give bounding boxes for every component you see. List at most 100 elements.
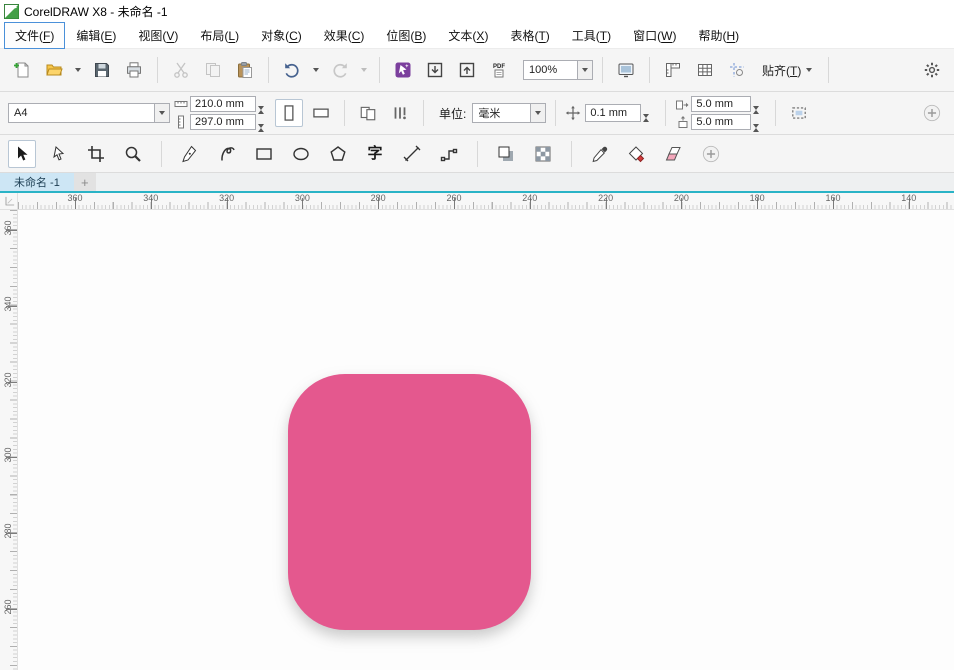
undo-button[interactable]	[278, 56, 306, 84]
interactive-fill-tool[interactable]	[623, 140, 651, 168]
separator	[828, 57, 830, 83]
zoom-tool-icon	[125, 146, 141, 162]
vertical-ruler[interactable]: 360 340 320 300 280 260	[0, 210, 18, 670]
menu-item-2[interactable]: 视图(V)	[127, 22, 189, 49]
nudge-offset-spinner[interactable]	[643, 104, 656, 132]
page-size-value[interactable]: A4	[8, 103, 154, 123]
menu-item-9[interactable]: 工具(T)	[561, 22, 622, 49]
color-eyedropper-tool[interactable]	[586, 140, 614, 168]
ruler-label: 340	[143, 193, 159, 203]
apply-to-current-page-button[interactable]	[386, 99, 414, 127]
ruler-label: 280	[3, 523, 13, 539]
ruler-origin-corner[interactable]	[0, 193, 18, 210]
zoom-tool[interactable]	[119, 140, 147, 168]
drawing-canvas[interactable]	[18, 210, 954, 670]
zoom-level-combo[interactable]: 100%	[523, 60, 593, 80]
paste-icon	[238, 62, 252, 78]
units-combo[interactable]: 毫米	[472, 103, 547, 123]
horizontal-ruler[interactable]: 360 340 320 300 280 260 240 220 200 180 160 140	[18, 193, 954, 209]
ellipse-tool-icon	[293, 147, 309, 160]
show-guidelines-button[interactable]	[723, 56, 751, 84]
parallel-dimension-tool-icon	[403, 145, 421, 161]
connector-tool[interactable]	[435, 140, 463, 168]
treat-as-filled-button[interactable]	[785, 99, 813, 127]
menu-item-6[interactable]: 位图(B)	[375, 22, 437, 49]
menu-item-7[interactable]: 文本(X)	[437, 22, 499, 49]
zoom-level-dropdown[interactable]	[577, 60, 593, 80]
portrait-button[interactable]	[275, 99, 303, 127]
page-height-field[interactable]: 297.0 mm	[190, 114, 256, 130]
units-dropdown[interactable]	[530, 103, 547, 123]
search-content-icon	[395, 62, 411, 78]
artistic-media-tool-icon	[221, 146, 235, 161]
cut-icon	[174, 62, 188, 78]
polygon-tool-icon	[330, 145, 346, 161]
duplicate-distance-x-field[interactable]: 5.0 mm	[691, 96, 752, 112]
eraser-tool[interactable]	[660, 140, 688, 168]
export-button[interactable]	[453, 56, 481, 84]
landscape-button[interactable]	[307, 99, 335, 127]
duplicate-distance-group: 5.0 mm 5.0 mm	[675, 96, 766, 142]
open-button[interactable]	[40, 56, 68, 84]
document-tab[interactable]: 未命名 -1	[0, 173, 74, 191]
menu-item-0[interactable]: 文件(F)	[4, 21, 66, 49]
save-button[interactable]	[88, 56, 116, 84]
text-tool[interactable]: 字	[361, 140, 389, 168]
menu-item-10[interactable]: 窗口(W)	[622, 22, 687, 49]
drop-shadow-tool[interactable]	[492, 140, 520, 168]
duplicate-distance-x-spinner[interactable]	[753, 96, 766, 124]
menu-item-5[interactable]: 效果(C)	[313, 22, 376, 49]
show-rulers-button[interactable]	[659, 56, 687, 84]
new-document-button[interactable]	[8, 56, 36, 84]
text-tool-icon: 字	[367, 145, 383, 162]
pick-tool-icon	[18, 146, 28, 160]
snap-to-button[interactable]: 贴齐(T)	[755, 56, 819, 84]
shape-tool[interactable]	[45, 140, 73, 168]
ellipse-tool[interactable]	[287, 140, 315, 168]
parallel-dimension-tool[interactable]	[398, 140, 426, 168]
nudge-offset-icon	[566, 105, 581, 121]
menu-item-4[interactable]: 对象(C)	[250, 22, 313, 49]
canvas-shape[interactable]	[288, 374, 531, 630]
duplicate-distance-y-field[interactable]: 5.0 mm	[691, 114, 752, 130]
open-dropdown[interactable]	[72, 57, 84, 83]
zoom-level-value[interactable]: 100%	[523, 60, 577, 80]
menu-item-11[interactable]: 帮助(H)	[687, 22, 750, 49]
duplicate-distance-y-spinner[interactable]	[753, 114, 766, 142]
page-width-field[interactable]: 210.0 mm	[190, 96, 256, 112]
quick-customize-button[interactable]	[918, 99, 946, 127]
transparency-tool[interactable]	[529, 140, 557, 168]
search-content-button[interactable]	[389, 56, 417, 84]
page-height-spinner[interactable]	[258, 114, 271, 142]
menu-item-1[interactable]: 编辑(E)	[65, 22, 127, 49]
publish-to-pdf-button[interactable]: PDF	[485, 56, 513, 84]
paste-button[interactable]	[231, 56, 259, 84]
toolbox-quick-customize-button[interactable]	[697, 140, 725, 168]
rectangle-tool[interactable]	[250, 140, 278, 168]
property-bar: A4 210.0 mm 297.0 mm 单位: 毫米 0.1 mm 5.0 m…	[0, 92, 954, 142]
undo-dropdown[interactable]	[310, 57, 322, 83]
page-width-spinner[interactable]	[258, 96, 271, 124]
nudge-offset-field[interactable]: 0.1 mm	[585, 104, 642, 122]
menu-item-3[interactable]: 布局(L)	[189, 22, 250, 49]
full-screen-preview-button[interactable]	[612, 56, 640, 84]
polygon-tool[interactable]	[324, 140, 352, 168]
show-grid-button[interactable]	[691, 56, 719, 84]
page-size-combo[interactable]: A4	[8, 103, 170, 123]
print-button[interactable]	[120, 56, 148, 84]
artistic-media-tool[interactable]	[213, 140, 241, 168]
import-button[interactable]	[421, 56, 449, 84]
pen-tool[interactable]	[176, 140, 204, 168]
menu-item-8[interactable]: 表格(T)	[499, 22, 560, 49]
ruler-label: 180	[749, 193, 765, 203]
page-size-dropdown[interactable]	[154, 103, 170, 123]
ruler-row: 360 340 320 300 280 260 240 220 200 180 160 140	[0, 193, 954, 210]
new-document-tab-button[interactable]: +	[73, 173, 96, 191]
full-screen-preview-icon	[618, 63, 634, 78]
options-button[interactable]	[918, 56, 946, 84]
apply-to-all-pages-button[interactable]	[354, 99, 382, 127]
chevron-down-icon	[361, 68, 367, 72]
pick-tool[interactable]	[8, 139, 36, 168]
units-value[interactable]: 毫米	[472, 103, 531, 123]
crop-tool[interactable]	[82, 140, 110, 168]
